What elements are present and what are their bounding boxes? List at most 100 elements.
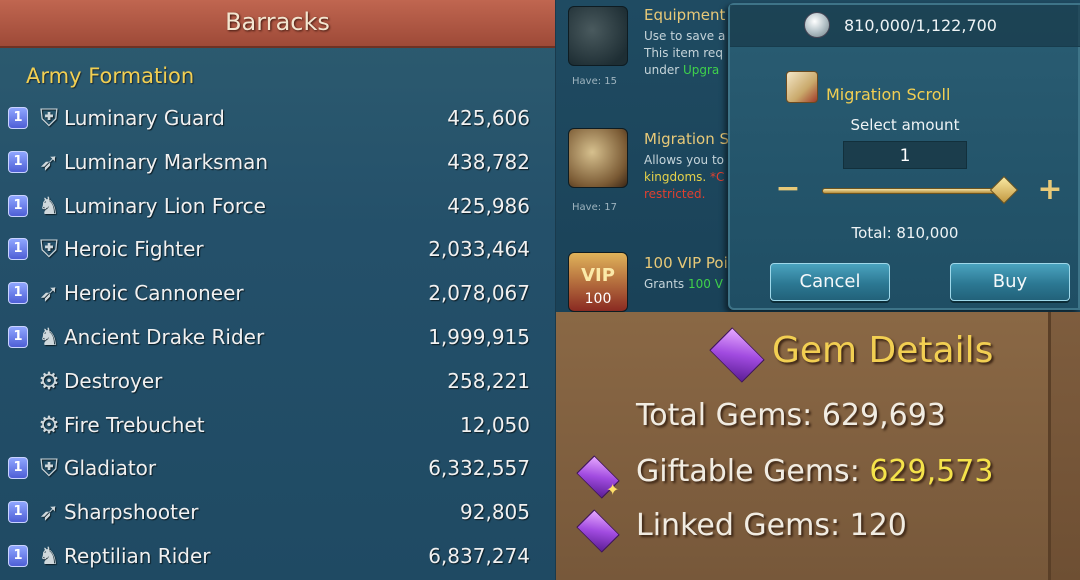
troop-row[interactable]: 1 ♞ Ancient Drake Rider 1,999,915 bbox=[0, 319, 555, 363]
item-desc-warning: *C bbox=[710, 170, 725, 184]
linked-gems-value: 120 bbox=[849, 508, 907, 543]
select-amount-label: Select amount bbox=[850, 116, 960, 134]
tier-badge: 1 bbox=[8, 545, 28, 567]
ranged-bow-icon: ➶ bbox=[38, 279, 60, 308]
tier-badge: 1 bbox=[8, 150, 28, 173]
item-have-count: Have: 15 bbox=[572, 76, 617, 87]
troop-row[interactable]: 1 ⛨ Gladiator 6,332,557 bbox=[0, 450, 555, 494]
total-gems-value: 629,693 bbox=[821, 398, 946, 433]
cavalry-horse-icon: ♞ bbox=[38, 542, 60, 570]
troop-name: Destroyer bbox=[64, 368, 163, 393]
currency-balance: 810,000/1,122,700 bbox=[844, 16, 997, 35]
troop-name: Gladiator bbox=[64, 456, 157, 481]
troop-count: 438,782 bbox=[447, 149, 530, 174]
item-desc-highlight: Upgra bbox=[682, 63, 720, 77]
siege-icon: ⚙ bbox=[38, 366, 60, 395]
item-desc-line: Use to save a bbox=[644, 29, 726, 43]
item-desc-warning: restricted. bbox=[644, 187, 706, 201]
troop-row[interactable]: 1 ➶ Luminary Marksman 438,782 bbox=[0, 144, 555, 188]
cavalry-horse-icon: ♞ bbox=[38, 323, 60, 351]
amount-slider[interactable] bbox=[822, 188, 1014, 194]
troop-count: 2,078,067 bbox=[428, 281, 530, 306]
giftable-gems-row: Giftable Gems: 629,573 bbox=[636, 454, 993, 489]
vip-points-icon: VIP 100 bbox=[568, 252, 628, 312]
barracks-panel: Barracks Army Formation 1 ⛨ Luminary Guard… bbox=[0, 0, 555, 580]
troop-count: 92,805 bbox=[460, 500, 530, 525]
troop-name: Reptilian Rider bbox=[64, 544, 211, 568]
item-desc-line: under Upgra bbox=[644, 62, 719, 79]
barracks-header: Barracks bbox=[0, 0, 555, 48]
increase-button[interactable]: + bbox=[1036, 175, 1064, 205]
sparkle-icon: ✦ bbox=[606, 480, 620, 499]
cavalry-horse-icon: ♞ bbox=[38, 191, 60, 220]
ranged-bow-icon: ➶ bbox=[38, 147, 60, 176]
troop-row[interactable]: 1 ♞ Luminary Lion Force 425,986 bbox=[0, 188, 555, 232]
page-title: Barracks bbox=[225, 8, 330, 36]
tier-badge: 1 bbox=[8, 457, 28, 480]
troop-row[interactable]: 1 ➶ Heroic Cannoneer 2,078,067 bbox=[0, 275, 555, 319]
tier-badge: 1 bbox=[8, 282, 28, 305]
tier-badge: 1 bbox=[8, 238, 28, 261]
total-cost: Total: 810,000 bbox=[851, 224, 959, 242]
item-desc-line: This item req bbox=[644, 46, 723, 60]
troop-count: 2,033,464 bbox=[428, 237, 530, 262]
troop-row[interactable]: 1 ⛨ Luminary Guard 425,606 bbox=[0, 100, 555, 144]
item-have-count: Have: 17 bbox=[572, 202, 617, 213]
troop-count: 425,606 bbox=[447, 106, 530, 130]
troop-name: Sharpshooter bbox=[64, 500, 199, 525]
troop-name: Luminary Marksman bbox=[64, 149, 269, 174]
troop-count: 6,837,274 bbox=[428, 544, 530, 568]
balance-row: 810,000/1,122,700 bbox=[730, 5, 1080, 47]
item-desc-line: Allows you to bbox=[644, 153, 725, 167]
ranged-bow-icon: ➶ bbox=[38, 498, 60, 527]
troop-name: Fire Trebuchet bbox=[64, 412, 205, 437]
migration-scroll-icon bbox=[786, 71, 818, 103]
giftable-gems-label: Giftable Gems: bbox=[636, 454, 870, 489]
troop-count: 12,050 bbox=[460, 412, 530, 437]
decrease-button[interactable]: − bbox=[774, 174, 802, 205]
gem-details-title: Gem Details bbox=[772, 330, 994, 371]
tier-badge: 1 bbox=[8, 326, 28, 348]
item-title: Equipment bbox=[644, 6, 726, 24]
troop-count: 1,999,915 bbox=[428, 325, 530, 349]
dialog-item-name: Migration Scroll bbox=[826, 85, 951, 104]
infantry-shield-icon: ⛨ bbox=[40, 235, 58, 264]
troop-row[interactable]: ⚙ Fire Trebuchet 12,050 bbox=[0, 407, 555, 451]
item-desc-text: under bbox=[644, 63, 683, 77]
troop-row[interactable]: ⚙ Destroyer 258,221 bbox=[0, 363, 555, 407]
troop-name: Heroic Fighter bbox=[64, 237, 204, 262]
section-title-army-formation: Army Formation bbox=[26, 64, 195, 88]
infantry-shield-icon: ⛨ bbox=[40, 104, 58, 132]
item-desc-highlight: kingdoms. bbox=[644, 170, 711, 184]
siege-icon: ⚙ bbox=[38, 410, 60, 439]
troop-row[interactable]: 1 ♞ Reptilian Rider 6,837,274 bbox=[0, 538, 555, 580]
gem-icon bbox=[709, 327, 765, 383]
slider-thumb[interactable] bbox=[990, 175, 1019, 205]
gem-details-panel: Gem Details Total Gems: 629,693 ✦ Giftab… bbox=[556, 312, 1080, 580]
cancel-button[interactable]: Cancel bbox=[770, 263, 890, 301]
tier-badge: 1 bbox=[8, 107, 28, 129]
item-desc-highlight: 100 V bbox=[687, 277, 723, 291]
buy-button[interactable]: Buy bbox=[950, 263, 1070, 301]
gem-details-inner: Gem Details Total Gems: 629,693 ✦ Giftab… bbox=[556, 312, 1051, 580]
linked-gem-icon bbox=[576, 509, 620, 553]
vip-amount: 100 bbox=[584, 291, 612, 307]
linked-gems-row: Linked Gems: 120 bbox=[636, 508, 907, 543]
equipment-item-icon bbox=[568, 6, 628, 66]
tier-badge: 1 bbox=[8, 194, 28, 217]
troop-count: 425,986 bbox=[447, 193, 530, 218]
troop-row[interactable]: 1 ➶ Sharpshooter 92,805 bbox=[0, 494, 555, 538]
total-gems-label: Total Gems: bbox=[636, 398, 822, 433]
purchase-dialog: 810,000/1,122,700 Migration Scroll Selec… bbox=[728, 3, 1080, 310]
troop-row[interactable]: 1 ⛨ Heroic Fighter 2,033,464 bbox=[0, 231, 555, 275]
item-desc-text: Grants bbox=[644, 277, 688, 291]
vip-label: VIP bbox=[581, 265, 615, 286]
infantry-shield-icon: ⛨ bbox=[40, 454, 58, 483]
linked-gems-label: Linked Gems: bbox=[636, 508, 850, 543]
giftable-gems-value: 629,573 bbox=[869, 454, 994, 489]
total-gems-row: Total Gems: 629,693 bbox=[636, 398, 946, 433]
troop-count: 258,221 bbox=[447, 368, 530, 393]
shield-currency-icon bbox=[804, 12, 830, 38]
amount-input[interactable]: 1 bbox=[843, 141, 967, 169]
item-title: Migration S bbox=[644, 130, 730, 148]
